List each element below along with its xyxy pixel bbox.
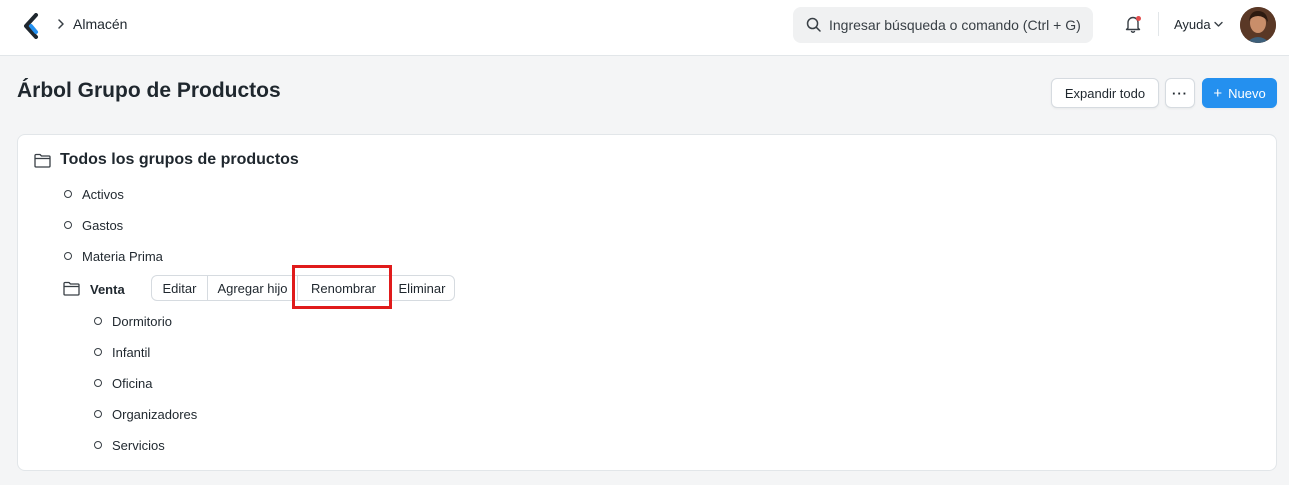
tree-leaf-dot-icon <box>64 252 72 260</box>
tree-item-dormitorio[interactable]: Dormitorio <box>112 314 172 329</box>
expand-all-button[interactable]: Expandir todo <box>1051 78 1159 108</box>
chevron-down-icon[interactable] <box>1214 21 1223 28</box>
delete-button[interactable]: Eliminar <box>390 276 454 300</box>
edit-button[interactable]: Editar <box>152 276 208 300</box>
navbar: Almacén Ingresar búsqueda o comando (Ctr… <box>0 0 1289 56</box>
tree-item-gastos[interactable]: Gastos <box>82 218 123 233</box>
rename-highlight-box <box>292 265 392 309</box>
avatar-photo-icon <box>1240 7 1276 43</box>
notification-dot <box>1136 16 1141 21</box>
search-bar[interactable]: Ingresar búsqueda o comando (Ctrl + G) <box>793 7 1093 43</box>
user-avatar[interactable] <box>1240 7 1276 43</box>
tree-leaf-dot-icon <box>94 317 102 325</box>
tree-leaf-dot-icon <box>64 221 72 229</box>
more-actions-button[interactable]: ··· <box>1165 78 1195 108</box>
breadcrumb-chevron-icon <box>58 19 64 29</box>
new-button-label: Nuevo <box>1228 85 1266 101</box>
tree-root-label[interactable]: Todos los grupos de productos <box>60 151 299 169</box>
search-input[interactable]: Ingresar búsqueda o comando (Ctrl + G) <box>829 17 1081 33</box>
tree-card <box>17 134 1277 471</box>
navbar-divider <box>1158 12 1159 36</box>
tree-leaf-dot-icon <box>94 441 102 449</box>
tree-item-organizadores[interactable]: Organizadores <box>112 407 197 422</box>
tree-leaf-dot-icon <box>94 379 102 387</box>
tree-item-infantil[interactable]: Infantil <box>112 345 150 360</box>
tree-item-activos[interactable]: Activos <box>82 187 124 202</box>
help-menu[interactable]: Ayuda <box>1174 17 1211 32</box>
tree-item-oficina[interactable]: Oficina <box>112 376 152 391</box>
plus-icon: + <box>1213 84 1223 102</box>
tree-leaf-dot-icon <box>94 348 102 356</box>
page-title: Árbol Grupo de Productos <box>17 79 281 102</box>
new-button[interactable]: + Nuevo <box>1202 78 1277 108</box>
search-icon <box>806 17 821 32</box>
tree-item-servicios[interactable]: Servicios <box>112 438 165 453</box>
tree-leaf-dot-icon <box>64 190 72 198</box>
add-child-button[interactable]: Agregar hijo <box>208 276 298 300</box>
tree-leaf-dot-icon <box>94 410 102 418</box>
app-logo-icon[interactable] <box>22 13 40 39</box>
tree-item-materia-prima[interactable]: Materia Prima <box>82 249 163 264</box>
breadcrumb-link[interactable]: Almacén <box>73 16 127 32</box>
folder-open-icon[interactable] <box>63 281 80 296</box>
folder-open-icon[interactable] <box>34 153 51 168</box>
tree-item-venta[interactable]: Venta <box>90 282 125 297</box>
